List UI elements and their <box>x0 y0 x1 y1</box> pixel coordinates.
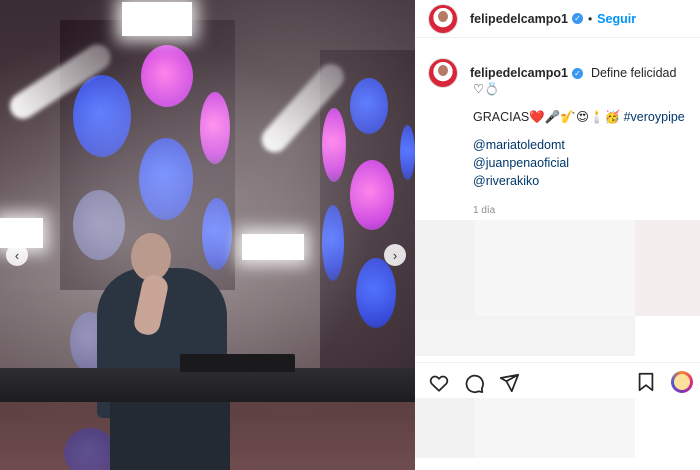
spotlight-panel <box>0 218 43 248</box>
action-bar <box>415 362 700 402</box>
caption-body: ♡💍 GRACIAS❤️🎤🎷😍🕯️🥳 #veroypipe @mariatole… <box>473 80 693 220</box>
next-slide-button[interactable]: › <box>384 244 406 266</box>
post-timestamp[interactable]: 1 día <box>473 202 693 220</box>
avatar[interactable] <box>428 3 458 34</box>
heart-icon[interactable] <box>428 372 450 394</box>
comment-icon[interactable] <box>463 372 485 394</box>
comment-placeholder-block <box>635 220 700 316</box>
mention-link[interactable]: @juanpenaoficial <box>473 154 693 172</box>
verified-badge-icon: ✓ <box>571 67 583 79</box>
hashtag-link[interactable]: #veroypipe <box>624 110 685 124</box>
dj-table <box>0 368 415 402</box>
follow-button[interactable]: Seguir <box>597 12 636 26</box>
post-header: felipedelcampo1 ✓ • Seguir <box>415 0 700 38</box>
separator-dot: • <box>587 11 593 26</box>
mention-link[interactable]: @riverakiko <box>473 172 693 190</box>
mention-link[interactable]: @mariatoledomt <box>473 136 693 154</box>
send-icon[interactable] <box>498 372 520 394</box>
comment-placeholder-block <box>415 316 635 356</box>
placeholder-block <box>475 398 635 458</box>
caption-line: GRACIAS❤️🎤🎷😍🕯️🥳 #veroypipe <box>473 108 693 126</box>
author-username[interactable]: felipedelcampo1 <box>470 12 568 26</box>
post-photo[interactable]: ‹ › <box>0 0 415 470</box>
comment-placeholder-block <box>415 220 475 316</box>
comment-placeholder-block <box>475 220 635 316</box>
avatar[interactable] <box>428 58 458 88</box>
dj-mixer <box>180 354 295 372</box>
comments-placeholder <box>415 220 700 360</box>
caption: felipedelcampo1 ✓ Define felicidad ♡💍 GR… <box>428 58 693 220</box>
verified-badge-icon: ✓ <box>571 13 583 24</box>
caption-text: GRACIAS❤️🎤🎷😍🕯️🥳 <box>473 110 621 124</box>
chevron-right-icon: › <box>392 247 398 263</box>
reaction-avatar-icon[interactable] <box>671 371 693 393</box>
previous-slide-button[interactable]: ‹ <box>6 244 28 266</box>
spotlight-panel <box>242 234 304 260</box>
caption-title: Define felicidad <box>590 66 677 80</box>
bookmark-icon[interactable] <box>635 371 657 393</box>
post-sidebar: felipedelcampo1 ✓ • Seguir felipedelcamp… <box>415 0 700 470</box>
caption-username[interactable]: felipedelcampo1 <box>470 66 568 80</box>
performer-head <box>131 233 171 281</box>
chevron-left-icon: ‹ <box>14 247 20 263</box>
performer-legs <box>110 402 230 470</box>
placeholder-block <box>415 398 475 458</box>
caption-emojis: ♡💍 <box>473 82 500 96</box>
spotlight-panel <box>122 2 192 36</box>
